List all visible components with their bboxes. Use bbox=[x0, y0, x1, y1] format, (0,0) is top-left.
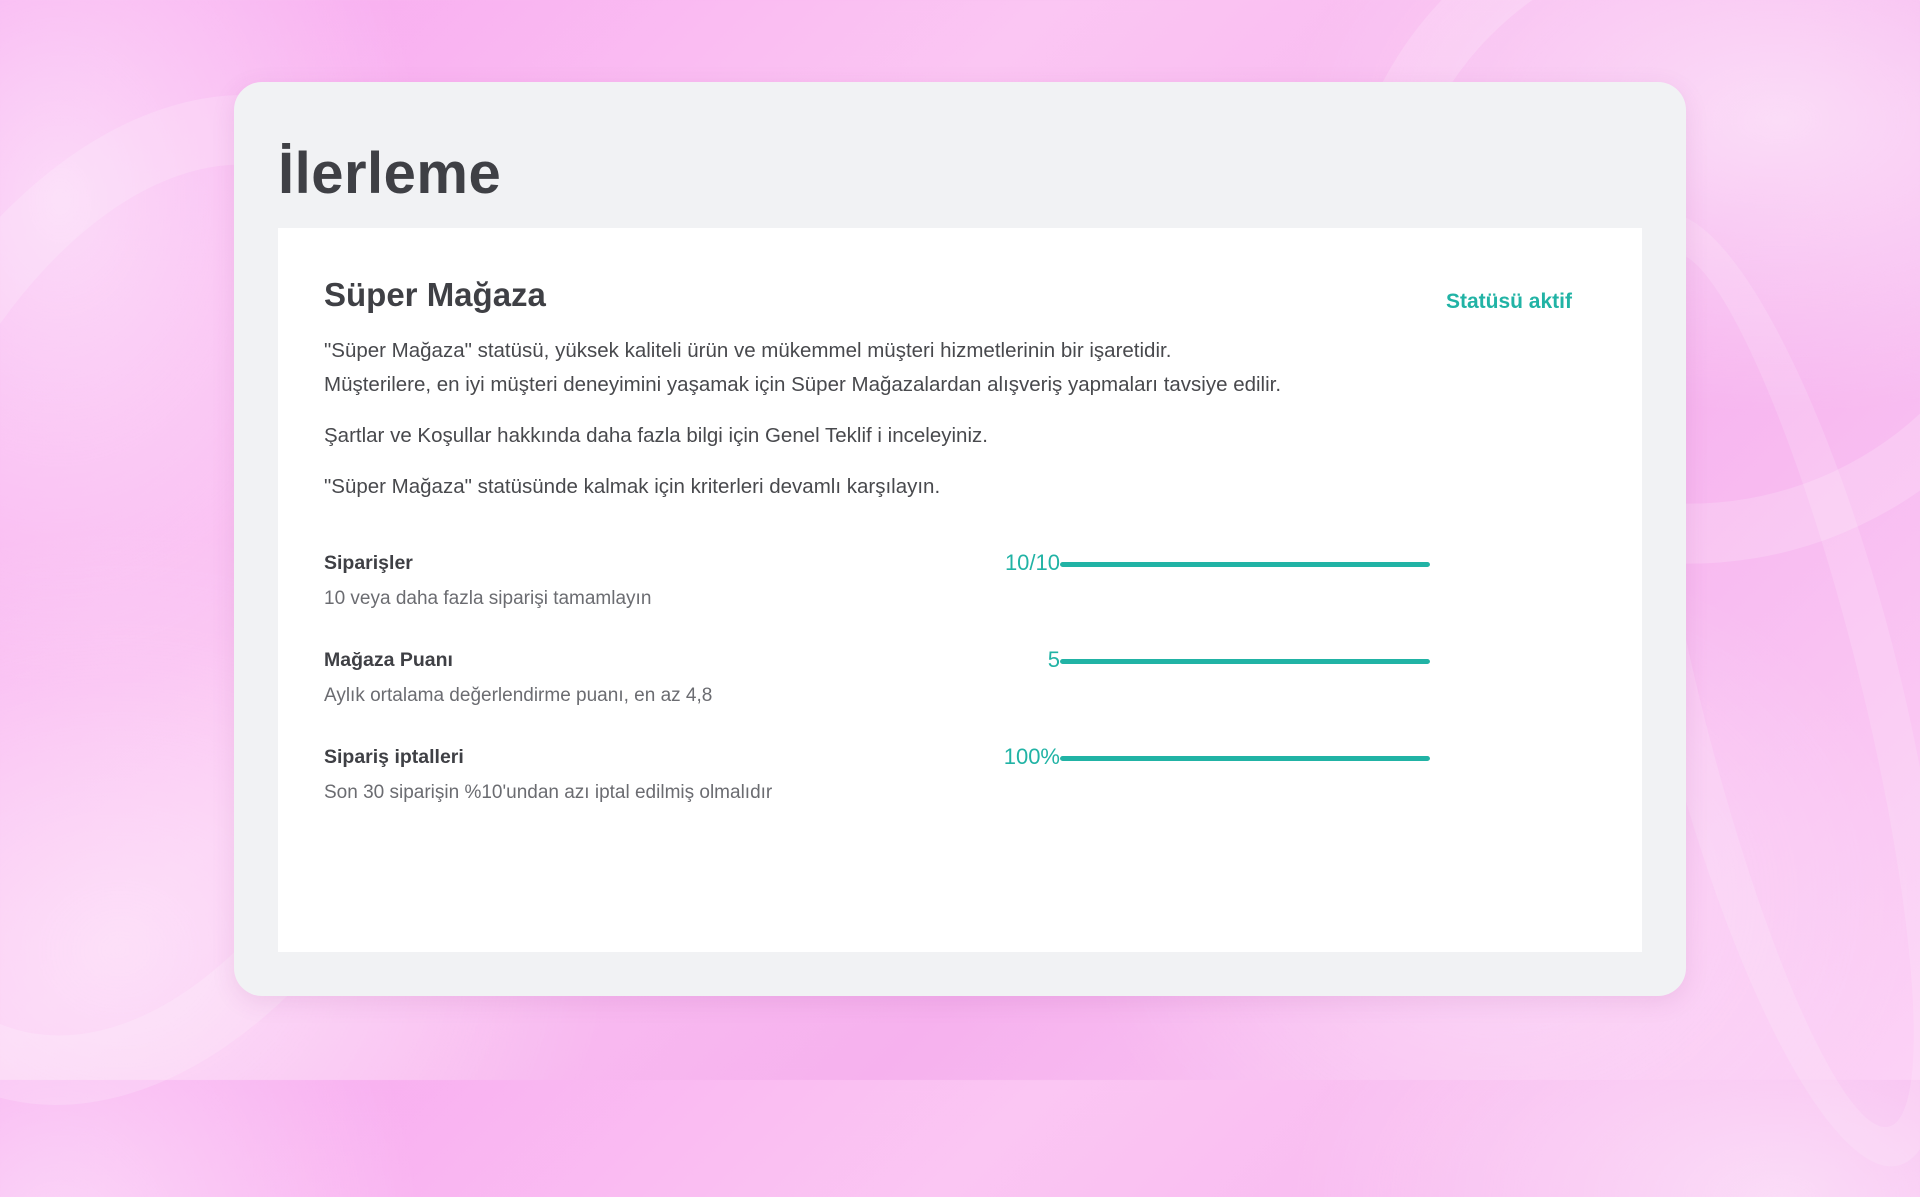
criterion-value: 5 bbox=[1047, 647, 1060, 672]
criterion-subtitle: 10 veya daha fazla siparişi tamamlayın bbox=[324, 588, 652, 609]
progress-bar-fill bbox=[1060, 756, 1430, 761]
criterion-title: Siparişler bbox=[324, 552, 413, 574]
progress-panel: İlerleme Süper Mağaza Statüsü aktif "Süp… bbox=[234, 82, 1686, 996]
program-description: "Süper Mağaza" statüsü, yüksek kaliteli … bbox=[324, 334, 1424, 521]
criterion-value: 10/10 bbox=[1004, 550, 1060, 575]
description-line: "Süper Mağaza" statüsü, yüksek kaliteli … bbox=[324, 339, 1172, 362]
progress-bar-fill bbox=[1060, 659, 1430, 664]
criterion-subtitle: Son 30 siparişin %10'undan azı iptal edi… bbox=[324, 782, 773, 803]
criterion-title: Sipariş iptalleri bbox=[324, 746, 464, 768]
criterion-orders: Siparişler 10 veya daha fazla siparişi t… bbox=[324, 550, 1430, 649]
criterion-subtitle: Aylık ortalama değerlendirme puanı, en a… bbox=[324, 685, 713, 706]
progress-bar bbox=[1060, 562, 1430, 567]
progress-bar-fill bbox=[1060, 562, 1430, 567]
criterion-cancellations: Sipariş iptalleri Son 30 siparişin %10'u… bbox=[324, 744, 1430, 843]
page-title: İlerleme bbox=[278, 141, 502, 206]
criterion-title: Mağaza Puanı bbox=[324, 649, 453, 671]
progress-bar bbox=[1060, 756, 1430, 761]
terms-text: Şartlar ve Koşullar hakkında daha fazla … bbox=[324, 424, 988, 447]
description-line: Müşterilere, en iyi müşteri deneyimini y… bbox=[324, 373, 1282, 396]
status-badge: Statüsü aktif bbox=[1445, 290, 1572, 313]
progress-bar bbox=[1060, 659, 1430, 664]
criterion-value: 100% bbox=[1003, 744, 1060, 769]
super-store-card: Süper Mağaza Statüsü aktif "Süper Mağaza… bbox=[278, 228, 1642, 952]
criteria-note: "Süper Mağaza" statüsünde kalmak için kr… bbox=[324, 475, 941, 498]
card-title: Süper Mağaza bbox=[324, 276, 546, 313]
criteria-list: Siparişler 10 veya daha fazla siparişi t… bbox=[324, 550, 1430, 843]
criterion-store-rating: Mağaza Puanı Aylık ortalama değerlendirm… bbox=[324, 647, 1430, 746]
